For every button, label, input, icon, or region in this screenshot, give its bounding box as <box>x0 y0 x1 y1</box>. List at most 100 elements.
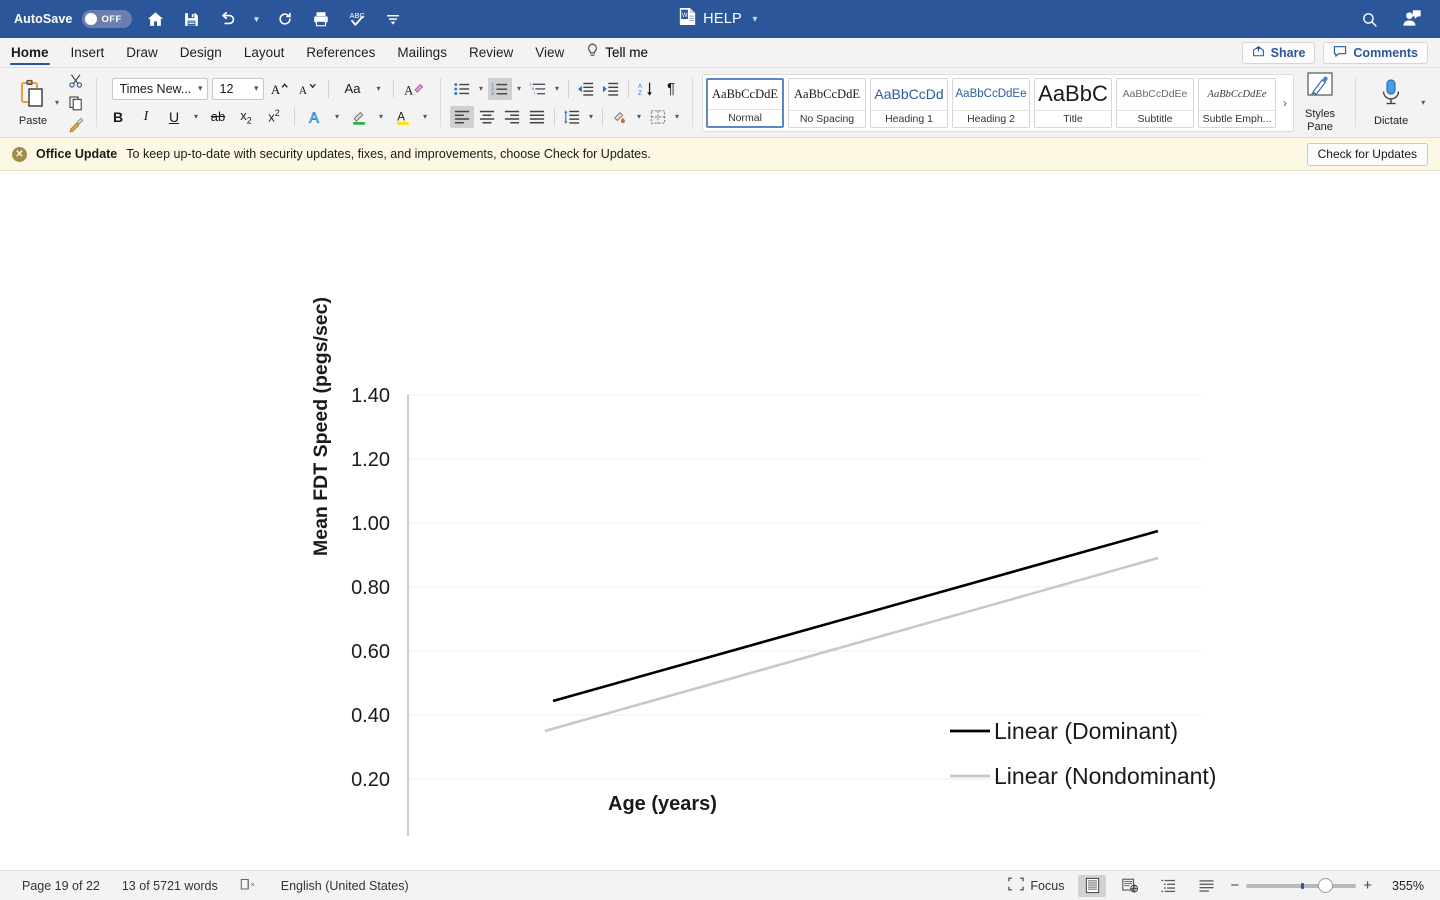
grow-font-icon[interactable]: A <box>268 78 292 100</box>
home-icon[interactable] <box>142 6 168 32</box>
font-name-combo[interactable]: Times New... ▾ <box>111 77 208 100</box>
highlight-dropdown-icon[interactable]: ▾ <box>375 112 387 121</box>
shrink-font-icon[interactable]: A <box>296 78 320 100</box>
change-case-dropdown-icon[interactable]: ▾ <box>373 84 385 93</box>
chart-figure[interactable]: 1.40 1.20 1.00 0.80 0.60 0.40 0.20 0.00 … <box>300 276 1260 836</box>
numbering-dropdown-icon[interactable]: ▾ <box>513 84 525 93</box>
tab-mailings[interactable]: Mailings <box>386 38 458 67</box>
align-left-icon[interactable] <box>450 105 474 128</box>
style-subtitle[interactable]: AaBbCcDdEe Subtitle <box>1116 77 1194 128</box>
tab-view[interactable]: View <box>524 38 575 67</box>
text-effects-dropdown-icon[interactable]: ▾ <box>331 112 343 121</box>
bullets-icon[interactable] <box>450 78 474 100</box>
share-button[interactable]: Share <box>1241 41 1316 64</box>
style-subtle-emphasis[interactable]: AaBbCcDdEe Subtle Emph... <box>1198 77 1276 128</box>
document-title[interactable]: HELP <box>703 11 742 27</box>
paste-button[interactable]: Paste <box>7 79 51 127</box>
style-no-spacing[interactable]: AaBbCcDdE No Spacing <box>788 77 866 128</box>
change-case-icon[interactable]: Aa <box>337 78 369 100</box>
tab-insert[interactable]: Insert <box>60 38 116 67</box>
bold-button[interactable]: B <box>106 106 130 128</box>
draft-view-button[interactable] <box>1192 875 1220 897</box>
line-spacing-icon[interactable] <box>560 106 584 128</box>
redo-icon[interactable] <box>272 6 298 32</box>
dictate-dropdown-icon[interactable]: ▾ <box>1417 98 1429 107</box>
shading-icon[interactable] <box>608 106 632 128</box>
styles-gallery-more-icon[interactable]: › <box>1280 96 1290 110</box>
language-indicator[interactable]: English (United States) <box>281 879 409 893</box>
tab-references[interactable]: References <box>295 38 386 67</box>
tab-layout[interactable]: Layout <box>233 38 296 67</box>
customize-toolbar-icon[interactable] <box>380 6 406 32</box>
font-size-combo[interactable]: 12 ▾ <box>211 77 264 100</box>
strikethrough-button[interactable]: ab <box>206 106 230 128</box>
close-circle-icon[interactable]: ✕ <box>12 146 27 162</box>
autosave-toggle[interactable]: OFF <box>82 10 133 28</box>
account-person-icon[interactable] <box>1398 6 1424 32</box>
zoom-level[interactable]: 355% <box>1382 879 1424 893</box>
underline-dropdown-icon[interactable]: ▾ <box>190 112 202 121</box>
word-count[interactable]: 13 of 5721 words <box>122 879 218 893</box>
paste-dropdown-icon[interactable]: ▾ <box>51 98 63 107</box>
undo-dropdown-icon[interactable]: ▼ <box>250 15 262 24</box>
line-spacing-dropdown-icon[interactable]: ▾ <box>585 112 597 121</box>
tab-draw[interactable]: Draw <box>115 38 169 67</box>
font-color-dropdown-icon[interactable]: ▾ <box>419 112 431 121</box>
format-painter-icon[interactable] <box>65 115 87 134</box>
increase-indent-icon[interactable] <box>599 78 623 100</box>
style-heading-1[interactable]: AaBbCcDd Heading 1 <box>870 77 948 128</box>
outline-view-button[interactable] <box>1154 875 1182 897</box>
sort-icon[interactable]: AZ <box>634 78 658 100</box>
tell-me-search[interactable]: Tell me <box>575 38 659 67</box>
style-title[interactable]: AaBbC Title <box>1034 77 1112 128</box>
borders-dropdown-icon[interactable]: ▾ <box>671 112 683 121</box>
undo-icon[interactable] <box>214 6 240 32</box>
comments-button[interactable]: Comments <box>1323 41 1428 64</box>
style-heading-2[interactable]: AaBbCcDdEe Heading 2 <box>952 77 1030 128</box>
decrease-indent-icon[interactable] <box>574 78 598 100</box>
document-title-chevron-down-icon[interactable]: ▾ <box>749 14 761 25</box>
zoom-track[interactable] <box>1246 877 1357 893</box>
shading-dropdown-icon[interactable]: ▾ <box>633 112 645 121</box>
show-formatting-marks-icon[interactable]: ¶ <box>659 78 683 100</box>
style-normal[interactable]: AaBbCcDdE Normal <box>706 77 784 128</box>
search-icon[interactable] <box>1356 6 1382 32</box>
zoom-out-button[interactable]: − <box>1230 877 1239 894</box>
tab-design[interactable]: Design <box>169 38 233 67</box>
page-indicator[interactable]: Page 19 of 22 <box>22 879 100 893</box>
web-layout-view-button[interactable] <box>1116 875 1144 897</box>
check-for-updates-button[interactable]: Check for Updates <box>1306 142 1428 166</box>
zoom-slider[interactable]: − + <box>1230 877 1372 894</box>
styles-pane-button[interactable]: Styles Pane <box>1294 71 1346 133</box>
tab-review[interactable]: Review <box>458 38 524 67</box>
dictate-button[interactable]: Dictate <box>1365 78 1417 128</box>
align-center-icon[interactable] <box>475 106 499 128</box>
text-effects-icon[interactable]: A <box>303 106 327 128</box>
print-layout-view-button[interactable] <box>1078 874 1107 897</box>
subscript-button[interactable]: x2 <box>234 106 258 128</box>
proofing-errors-icon[interactable]: × <box>240 877 259 895</box>
text-highlight-icon[interactable] <box>347 106 371 128</box>
multilevel-list-icon[interactable]: 1ai <box>526 78 550 100</box>
italic-button[interactable]: I <box>134 106 158 128</box>
copy-icon[interactable] <box>65 93 87 112</box>
borders-icon[interactable] <box>646 106 670 128</box>
document-canvas[interactable]: Mean FDT Speed (pegs/sec) 1.40 1.20 1.00 <box>0 176 1440 870</box>
zoom-in-button[interactable]: + <box>1363 877 1372 894</box>
cut-scissors-icon[interactable] <box>65 71 87 90</box>
underline-button[interactable]: U <box>162 106 186 128</box>
multilevel-dropdown-icon[interactable]: ▾ <box>551 84 563 93</box>
font-color-icon[interactable]: A <box>391 106 415 128</box>
spelling-check-icon[interactable]: ABC <box>344 6 370 32</box>
tab-home[interactable]: Home <box>0 38 60 67</box>
zoom-knob[interactable] <box>1318 877 1334 893</box>
focus-button[interactable]: Focus <box>1004 877 1068 894</box>
bullets-dropdown-icon[interactable]: ▾ <box>475 84 487 93</box>
align-right-icon[interactable] <box>500 106 524 128</box>
superscript-button[interactable]: x2 <box>262 106 286 128</box>
clear-formatting-icon[interactable]: A <box>402 78 426 100</box>
numbering-icon[interactable]: 123 <box>488 77 512 100</box>
justify-icon[interactable] <box>525 106 549 128</box>
print-icon[interactable] <box>308 6 334 32</box>
save-icon[interactable] <box>178 6 204 32</box>
